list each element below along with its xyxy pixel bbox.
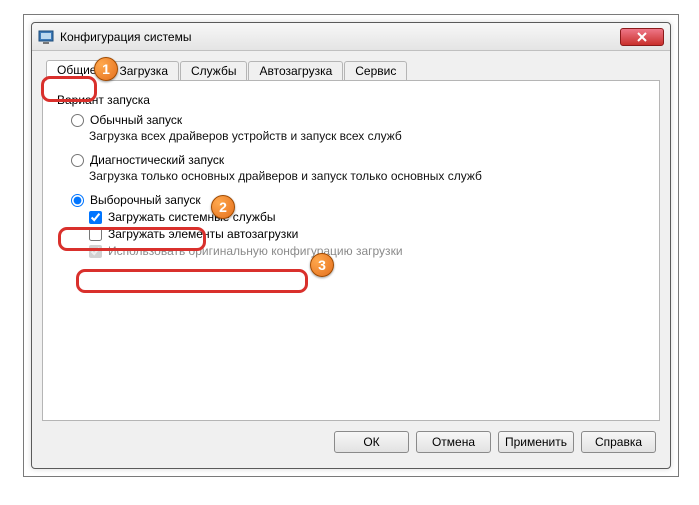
check-startup-items-input[interactable] [89,228,102,241]
tab-startup[interactable]: Автозагрузка [248,61,343,80]
close-icon [637,32,647,42]
client-area: Общие Загрузка Службы Автозагрузка Серви… [32,51,670,463]
app-icon [38,29,54,45]
ok-button[interactable]: ОК [334,431,409,453]
tab-tools[interactable]: Сервис [344,61,407,80]
close-button[interactable] [620,28,664,46]
radio-normal-desc: Загрузка всех драйверов устройств и запу… [89,129,645,143]
check-original-boot-input [89,245,102,258]
check-system-services-label: Загружать системные службы [108,210,276,224]
radio-normal[interactable]: Обычный запуск [71,113,645,127]
check-startup-items-label: Загружать элементы автозагрузки [108,227,298,241]
check-original-boot: Использовать оригинальную конфигурацию з… [89,244,645,258]
tab-general[interactable]: Общие [46,60,107,81]
tab-panel-general: Вариант запуска Обычный запуск Загрузка … [42,81,660,421]
radio-selective-input[interactable] [71,194,84,207]
msconfig-window: Конфигурация системы Общие Загрузка Служ… [31,22,671,469]
check-system-services-input[interactable] [89,211,102,224]
radio-diagnostic[interactable]: Диагностический запуск [71,153,645,167]
group-label: Вариант запуска [57,93,645,107]
radio-selective-label: Выборочный запуск [90,193,201,207]
tab-services[interactable]: Службы [180,61,247,80]
tabstrip: Общие Загрузка Службы Автозагрузка Серви… [42,59,660,81]
radio-diagnostic-label: Диагностический запуск [90,153,224,167]
titlebar[interactable]: Конфигурация системы [32,23,670,51]
radio-selective[interactable]: Выборочный запуск [71,193,645,207]
check-original-boot-label: Использовать оригинальную конфигурацию з… [108,244,403,258]
apply-button[interactable]: Применить [498,431,574,453]
radio-normal-input[interactable] [71,114,84,127]
cancel-button[interactable]: Отмена [416,431,491,453]
tab-boot[interactable]: Загрузка [108,61,179,80]
radio-normal-label: Обычный запуск [90,113,182,127]
help-button[interactable]: Справка [581,431,656,453]
radio-diagnostic-desc: Загрузка только основных драйверов и зап… [89,169,645,183]
window-title: Конфигурация системы [60,30,620,44]
button-bar: ОК Отмена Применить Справка [42,421,660,453]
check-startup-items[interactable]: Загружать элементы автозагрузки [89,227,645,241]
radio-diagnostic-input[interactable] [71,154,84,167]
check-system-services[interactable]: Загружать системные службы [89,210,645,224]
